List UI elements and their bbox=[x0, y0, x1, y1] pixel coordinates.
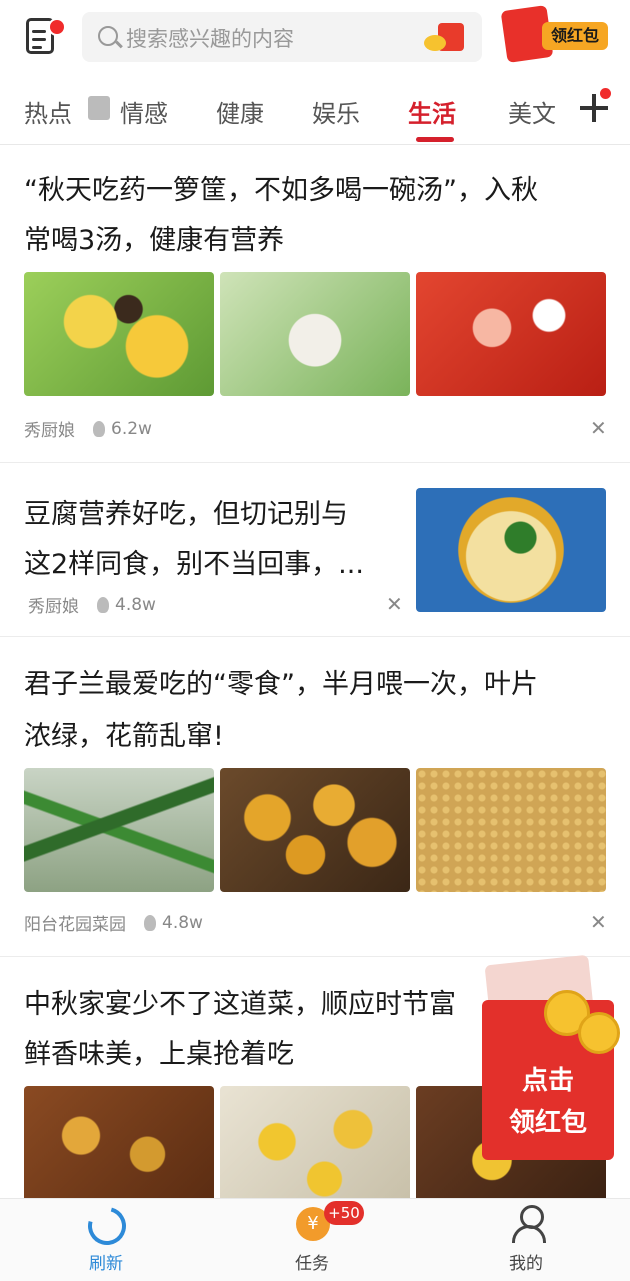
collect-red-packet-label: 领红包 bbox=[542, 22, 608, 50]
float-packet-line2: 领红包 bbox=[508, 1108, 587, 1138]
search-placeholder: 搜索感兴趣的内容 bbox=[126, 27, 294, 51]
divider bbox=[0, 956, 630, 957]
tab-life[interactable]: 生活 bbox=[408, 94, 456, 129]
tab-health[interactable]: 健康 bbox=[216, 94, 264, 129]
document-icon[interactable] bbox=[22, 12, 66, 58]
bottom-nav: 刷新 ¥ +50 任务 我的 bbox=[0, 1198, 630, 1281]
article-heat: 4.8w bbox=[162, 912, 203, 933]
dismiss-icon[interactable]: ✕ bbox=[386, 592, 403, 616]
article-meta: 阳台花园菜园 4.8w bbox=[24, 910, 203, 936]
float-packet-line1: 点击 bbox=[521, 1066, 574, 1096]
article-title[interactable]: 豆腐营养好吃，但切记别与 bbox=[24, 490, 348, 540]
article-source: 秀厨娘 bbox=[28, 597, 79, 617]
tab-essay[interactable]: 美文 bbox=[508, 94, 556, 129]
article-title[interactable]: “秋天吃药一箩筐，不如多喝一碗汤”，入秋 bbox=[24, 166, 538, 216]
article-thumbnail[interactable] bbox=[220, 768, 410, 892]
article-heat: 4.8w bbox=[115, 594, 156, 615]
article-title[interactable]: 这2样同食，别不当回事，... bbox=[24, 540, 364, 590]
nav-tasks-label: 任务 bbox=[295, 1254, 329, 1274]
refresh-icon bbox=[81, 1200, 133, 1252]
article-meta: 秀厨娘 4.8w bbox=[28, 592, 156, 618]
dismiss-icon[interactable]: ✕ bbox=[590, 910, 607, 934]
dismiss-icon[interactable]: ✕ bbox=[590, 416, 607, 440]
heat-icon bbox=[97, 596, 109, 613]
nav-me[interactable]: 我的 bbox=[466, 1199, 586, 1281]
article-thumbnail[interactable] bbox=[416, 768, 606, 892]
search-icon bbox=[98, 26, 118, 46]
active-tab-indicator bbox=[416, 137, 454, 142]
add-channel-icon[interactable] bbox=[580, 88, 611, 122]
red-packet-gift-icon[interactable] bbox=[422, 23, 472, 53]
emotion-tab-icon bbox=[88, 96, 110, 120]
article-thumbnail[interactable] bbox=[24, 1086, 214, 1210]
divider bbox=[0, 462, 630, 463]
heat-icon bbox=[144, 914, 156, 931]
divider bbox=[0, 636, 630, 637]
gold-coin-icon bbox=[578, 1012, 620, 1054]
tab-hot[interactable]: 热点 bbox=[24, 94, 72, 129]
collect-red-packet-button[interactable]: 领红包 bbox=[500, 5, 608, 63]
article-title[interactable]: 君子兰最爱吃的“零食”，半月喂一次，叶片 bbox=[24, 660, 538, 710]
tab-entertainment[interactable]: 娱乐 bbox=[312, 94, 360, 129]
task-badge: +50 bbox=[324, 1201, 364, 1225]
nav-tasks[interactable]: ¥ +50 任务 bbox=[252, 1199, 372, 1281]
article-thumbnail[interactable] bbox=[24, 768, 214, 892]
article-title[interactable]: 常喝3汤，健康有营养 bbox=[24, 216, 284, 266]
article-thumbnail[interactable] bbox=[24, 272, 214, 396]
article-thumbnail[interactable] bbox=[220, 272, 410, 396]
notification-dot bbox=[48, 18, 66, 36]
article-thumbnail[interactable] bbox=[416, 488, 606, 612]
floating-red-packet[interactable]: 点击 领红包 bbox=[482, 954, 620, 1160]
user-icon bbox=[512, 1205, 546, 1245]
article-source: 秀厨娘 bbox=[24, 421, 75, 441]
nav-refresh[interactable]: 刷新 bbox=[46, 1199, 166, 1281]
nav-refresh-label: 刷新 bbox=[89, 1254, 123, 1274]
tab-emotion[interactable]: 情感 bbox=[120, 94, 168, 129]
article-source: 阳台花园菜园 bbox=[24, 915, 126, 935]
article-title[interactable]: 中秋家宴少不了这道菜，顺应时节富 bbox=[24, 980, 456, 1030]
search-input[interactable]: 搜索感兴趣的内容 bbox=[82, 12, 482, 62]
article-heat: 6.2w bbox=[111, 418, 152, 439]
top-bar: 搜索感兴趣的内容 领红包 bbox=[0, 0, 630, 76]
article-thumbnail[interactable] bbox=[220, 1086, 410, 1210]
heat-icon bbox=[93, 420, 105, 437]
article-title[interactable]: 浓绿，花箭乱窜! bbox=[24, 712, 224, 762]
notification-dot bbox=[600, 88, 611, 99]
article-title[interactable]: 鲜香味美，上桌抢着吃 bbox=[24, 1030, 294, 1080]
article-meta: 秀厨娘 6.2w bbox=[24, 416, 152, 442]
nav-me-label: 我的 bbox=[509, 1254, 543, 1274]
category-tabs: 热点 情感 健康 娱乐 生活 美文 bbox=[0, 80, 630, 145]
article-thumbnail[interactable] bbox=[416, 272, 606, 396]
